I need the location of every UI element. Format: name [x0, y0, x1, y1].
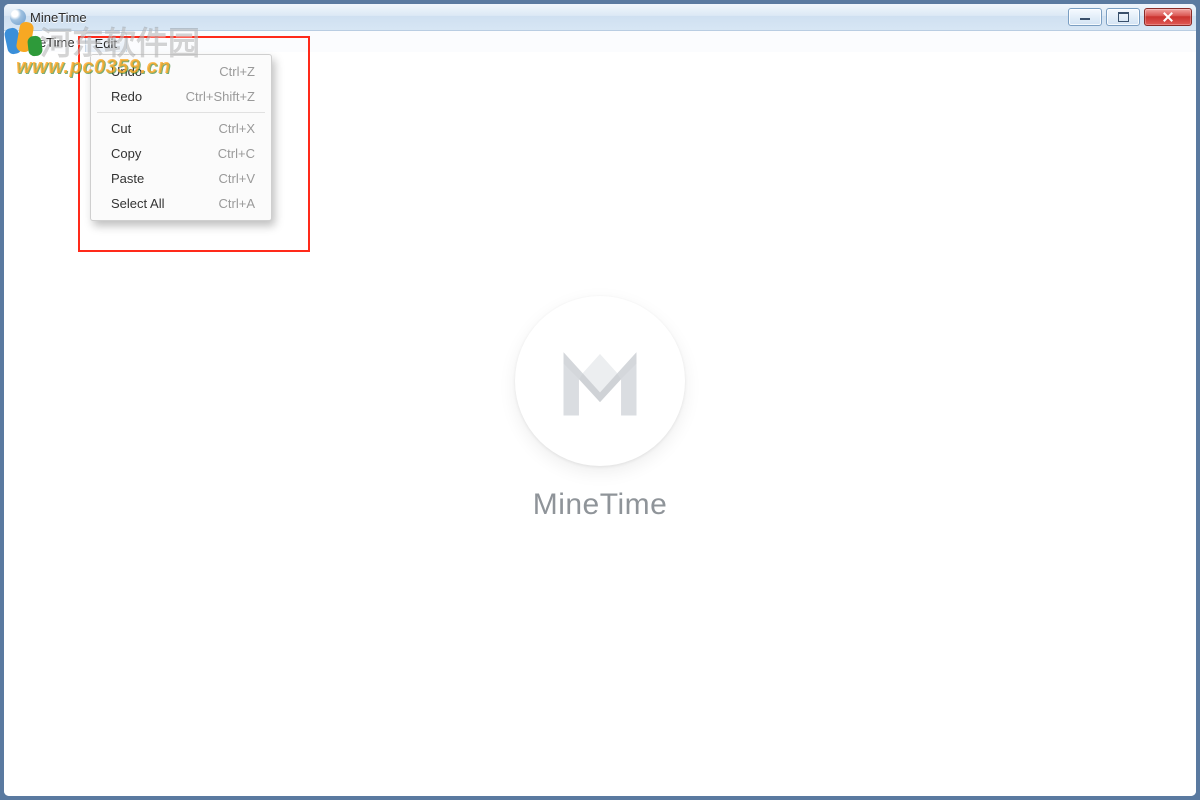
- menu-item-cut[interactable]: Cut Ctrl+X: [93, 116, 269, 141]
- close-button[interactable]: [1144, 8, 1192, 26]
- menu-edit[interactable]: Edit: [85, 32, 127, 53]
- minimize-icon: [1080, 18, 1090, 20]
- menu-item-label: Undo: [111, 64, 219, 79]
- menu-item-paste[interactable]: Paste Ctrl+V: [93, 166, 269, 191]
- app-icon: [10, 9, 26, 25]
- app-name-label: MineTime: [515, 488, 685, 522]
- menubar: MineTime Edit: [4, 31, 1196, 54]
- maximize-icon: [1118, 12, 1129, 22]
- window-frame: MineTime MineTime Edit Mine: [3, 3, 1197, 797]
- window-title: MineTime: [30, 10, 87, 25]
- titlebar[interactable]: MineTime: [4, 4, 1196, 31]
- menu-item-select-all[interactable]: Select All Ctrl+A: [93, 191, 269, 216]
- menu-minetime[interactable]: MineTime: [8, 31, 85, 53]
- edit-dropdown: Undo Ctrl+Z Redo Ctrl+Shift+Z Cut Ctrl+X…: [90, 54, 272, 221]
- menu-item-accel: Ctrl+Z: [219, 64, 255, 79]
- minimize-button[interactable]: [1068, 8, 1102, 26]
- menu-item-label: Paste: [111, 171, 219, 186]
- maximize-button[interactable]: [1106, 8, 1140, 26]
- menu-item-copy[interactable]: Copy Ctrl+C: [93, 141, 269, 166]
- app-splash: MineTime: [515, 296, 685, 522]
- menu-item-accel: Ctrl+A: [219, 196, 255, 211]
- menu-item-label: Select All: [111, 196, 219, 211]
- close-icon: [1162, 11, 1174, 23]
- app-logo-circle: [515, 296, 685, 466]
- menu-item-label: Copy: [111, 146, 218, 161]
- menu-item-accel: Ctrl+V: [219, 171, 255, 186]
- menu-item-accel: Ctrl+X: [219, 121, 255, 136]
- menu-item-label: Cut: [111, 121, 219, 136]
- menu-item-undo[interactable]: Undo Ctrl+Z: [93, 59, 269, 84]
- menu-separator: [97, 112, 265, 113]
- menu-item-label: Redo: [111, 89, 186, 104]
- menu-item-accel: Ctrl+Shift+Z: [186, 89, 255, 104]
- app-logo-icon: [552, 333, 648, 429]
- menu-item-accel: Ctrl+C: [218, 146, 255, 161]
- menu-item-redo[interactable]: Redo Ctrl+Shift+Z: [93, 84, 269, 109]
